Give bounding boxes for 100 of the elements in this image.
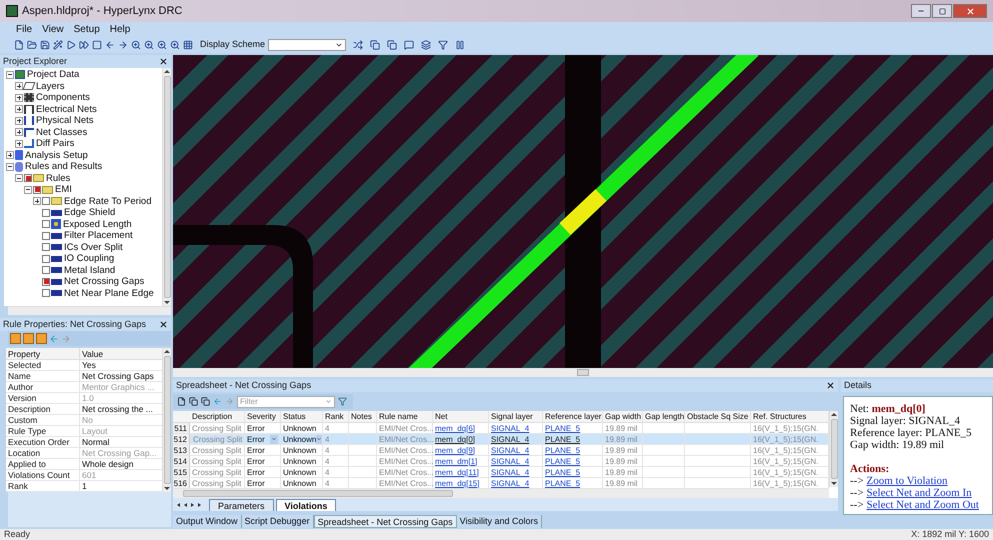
net-link[interactable]: PLANE_5 — [545, 444, 580, 456]
tree-item[interactable]: ICs Over Split — [64, 242, 123, 253]
expand-icon[interactable] — [6, 151, 14, 160]
checkbox[interactable] — [24, 174, 32, 182]
tree-item[interactable]: Electrical Nets — [36, 104, 97, 115]
action-link[interactable]: Select Net and Zoom Out — [866, 499, 979, 511]
tree-item[interactable]: Rules — [46, 172, 70, 184]
scrollbar[interactable] — [173, 489, 829, 498]
comment-icon[interactable] — [404, 40, 414, 50]
zoom-in-icon[interactable] — [157, 40, 167, 50]
menu-item[interactable]: Setup — [74, 22, 100, 37]
save-icon[interactable] — [40, 40, 50, 50]
filter-icon[interactable] — [438, 40, 448, 50]
menu-item[interactable]: File — [16, 22, 32, 37]
net-link[interactable]: PLANE_5 — [545, 478, 580, 488]
collapse-icon[interactable] — [15, 174, 23, 182]
close-icon[interactable] — [826, 381, 835, 390]
zoom-in-icon[interactable] — [131, 40, 141, 50]
panel-tab[interactable]: Script Debugger — [242, 515, 314, 528]
tree-item[interactable]: Net Near Plane Edge — [64, 288, 154, 299]
expand-icon[interactable] — [15, 116, 23, 125]
checkbox[interactable] — [42, 232, 50, 240]
net-link[interactable]: SIGNAL_4 — [491, 456, 530, 466]
tree-item[interactable]: Exposed Length — [63, 218, 132, 230]
tree-item[interactable]: Project Data — [27, 69, 80, 80]
net-link[interactable]: PLANE_5 — [545, 466, 580, 478]
net-link[interactable]: mem_dq[9] — [435, 444, 476, 456]
expand-icon[interactable] — [15, 105, 23, 114]
net-link[interactable]: mem_dq[0] — [435, 434, 476, 444]
scrollbar[interactable] — [829, 411, 838, 487]
expand-icon[interactable] — [15, 94, 23, 102]
crossed-arrows-icon[interactable] — [353, 40, 364, 50]
action-link[interactable]: Select Net and Zoom In — [866, 487, 972, 499]
scrollbar[interactable] — [162, 68, 171, 306]
menu-item[interactable]: Help — [110, 22, 130, 37]
net-link[interactable]: PLANE_5 — [545, 434, 580, 444]
open-folder-icon[interactable] — [27, 40, 37, 50]
close-icon[interactable] — [159, 320, 168, 329]
net-link[interactable]: mem_dq[15] — [435, 478, 480, 488]
net-link[interactable]: SIGNAL_4 — [491, 478, 530, 488]
tree-item[interactable]: Edge Rate To Period — [64, 196, 152, 207]
menu-item[interactable]: View — [42, 22, 64, 37]
close-icon[interactable] — [159, 57, 168, 66]
action-link[interactable]: Zoom to Violation — [866, 475, 948, 487]
table-row[interactable]: 513 Crossing Split Error Unknown 4 EMI/Net Cros... mem_dq[9] SIGNAL_4 PLANE_5 19.89 mil 16(V_1_5);15(GN. — [173, 445, 829, 456]
checkbox[interactable] — [33, 186, 41, 194]
table-row[interactable]: 512 Crossing Split Error Unknown 4 EMI/Net Cros... mem_dq[0] SIGNAL_4 PLANE_5 19.89 mil 16(V_1_5);15(GN. — [173, 434, 829, 445]
expand-icon[interactable] — [15, 82, 23, 90]
zoom-in-icon[interactable] — [144, 40, 154, 50]
close-button[interactable] — [953, 4, 987, 18]
filter-icon[interactable] — [338, 397, 347, 406]
fast-forward-icon[interactable] — [79, 40, 89, 50]
tree-item[interactable]: Components — [36, 92, 90, 104]
net-link[interactable]: SIGNAL_4 — [491, 444, 530, 456]
collapse-icon[interactable] — [6, 162, 14, 171]
net-link[interactable]: mem_dq[6] — [435, 422, 476, 434]
checkbox[interactable] — [42, 243, 50, 252]
checkbox[interactable] — [42, 289, 50, 298]
panel-tab[interactable]: Visibility and Colors — [456, 515, 542, 528]
scrollbar[interactable] — [162, 348, 171, 492]
copy-icon[interactable] — [370, 40, 380, 50]
table-row[interactable]: 515 Crossing Split Error Unknown 4 EMI/Net Cros... mem_dq[11] SIGNAL_4 PLANE_5 19.89 mil 16(V_1_5);15(GN. — [173, 467, 829, 478]
zoom-in-icon[interactable] — [170, 40, 180, 50]
checkbox[interactable] — [42, 278, 50, 286]
expand-icon[interactable] — [15, 128, 23, 136]
checkbox[interactable] — [42, 220, 50, 228]
panel-tab[interactable]: Spreadsheet - Net Crossing Gaps — [314, 515, 457, 528]
net-link[interactable]: SIGNAL_4 — [491, 466, 530, 478]
collapse-icon[interactable] — [24, 186, 32, 194]
checkbox[interactable] — [42, 197, 50, 206]
checkbox[interactable] — [42, 254, 50, 263]
tree-item[interactable]: Net Classes — [36, 126, 88, 138]
copy-icon[interactable] — [387, 40, 398, 50]
maximize-button[interactable] — [932, 4, 952, 18]
collapse-icon[interactable] — [6, 70, 14, 79]
minimize-button[interactable] — [911, 4, 931, 18]
table-row[interactable]: 511 Crossing Split Error Unknown 4 EMI/Net Cros... mem_dq[6] SIGNAL_4 PLANE_5 19.89 mil 16(V_1_5);15(GN. — [173, 423, 829, 434]
stop-icon[interactable] — [92, 40, 102, 50]
tree-item[interactable]: Diff Pairs — [36, 138, 74, 150]
net-link[interactable]: PLANE_5 — [545, 422, 580, 434]
net-link[interactable]: PLANE_5 — [545, 456, 580, 466]
forward-arrow-icon[interactable] — [118, 40, 128, 50]
expand-icon[interactable] — [33, 197, 41, 206]
sheet-nav-icon[interactable] — [177, 502, 201, 506]
scrollbar[interactable] — [8, 306, 171, 315]
panel-tab[interactable]: Output Window — [173, 515, 242, 528]
tree-item[interactable]: Rules and Results — [25, 161, 102, 172]
net-link[interactable]: mem_dm[1] — [435, 456, 478, 466]
tree-item[interactable]: Edge Shield — [64, 207, 116, 218]
sheet-tab[interactable]: Parameters — [209, 499, 274, 511]
tree-item[interactable]: Filter Placement — [64, 230, 133, 242]
play-icon[interactable] — [66, 40, 76, 50]
wand-icon[interactable] — [53, 40, 63, 50]
new-file-icon[interactable] — [14, 40, 24, 50]
display-scheme-dropdown[interactable] — [268, 39, 346, 51]
tree-item[interactable]: Net Crossing Gaps — [64, 276, 144, 288]
back-arrow-icon[interactable] — [105, 40, 115, 50]
net-link[interactable]: SIGNAL_4 — [491, 434, 530, 444]
tree-item[interactable]: Layers — [36, 80, 65, 92]
checkbox[interactable] — [42, 208, 50, 217]
